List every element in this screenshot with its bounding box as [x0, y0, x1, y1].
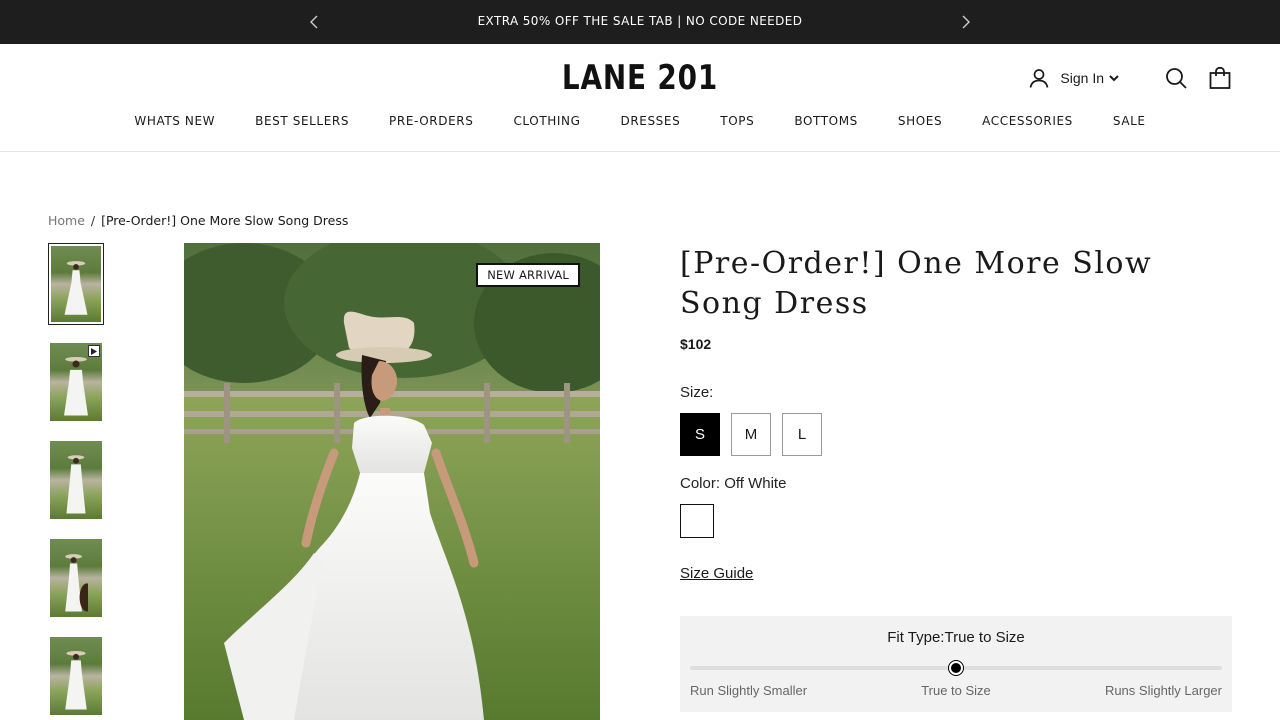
- play-icon: [88, 345, 100, 357]
- size-option-m[interactable]: M: [731, 413, 771, 456]
- color-label: Color: Off White: [680, 475, 1232, 492]
- nav-item-best-sellers[interactable]: BEST SELLERS: [255, 114, 349, 128]
- size-guide-link[interactable]: Size Guide: [680, 565, 753, 582]
- fit-scale-label-smaller: Run Slightly Smaller: [690, 683, 808, 698]
- product-title: [Pre-Order!] One More Slow Song Dress: [680, 246, 1153, 321]
- breadcrumb: Home / [Pre-Order!] One More Slow Song D…: [48, 213, 348, 228]
- product-thumbnail-image: [50, 441, 102, 519]
- main-product-image[interactable]: NEW ARRIVAL: [184, 243, 600, 720]
- nav-item-tops[interactable]: TOPS: [720, 114, 754, 128]
- color-label-text: Color:: [680, 475, 721, 492]
- product-thumbnail-image: [50, 637, 102, 715]
- nav-item-pre-orders[interactable]: PRE-ORDERS: [389, 114, 473, 128]
- nav-item-accessories[interactable]: ACCESSORIES: [982, 114, 1073, 128]
- sign-in-button[interactable]: Sign In: [1028, 67, 1120, 89]
- product-price: $102: [680, 336, 712, 352]
- new-arrival-badge: NEW ARRIVAL: [476, 263, 580, 287]
- product-thumbnail-image: [50, 539, 102, 617]
- thumbnail-5[interactable]: [48, 635, 104, 717]
- thumbnail-1[interactable]: [48, 243, 104, 325]
- size-option-s[interactable]: S: [680, 413, 720, 456]
- thumbnail-list: [48, 243, 104, 720]
- nav-item-dresses[interactable]: DRESSES: [621, 114, 681, 128]
- announcement-next-button[interactable]: [956, 12, 976, 32]
- fit-type-title: Fit Type:True to Size: [887, 629, 1025, 646]
- fit-scale-labels: Run Slightly Smaller True to Size Runs S…: [690, 683, 1222, 698]
- breadcrumb-home-link[interactable]: Home: [48, 213, 85, 228]
- main-nav: WHATS NEW BEST SELLERS PRE-ORDERS CLOTHI…: [0, 114, 1280, 128]
- site-logo[interactable]: LANE 201: [558, 58, 722, 98]
- product-info: [Pre-Order!] One More Slow Song Dress $1…: [680, 243, 1232, 583]
- thumbnail-3[interactable]: [48, 439, 104, 521]
- product-thumbnail-image: [50, 343, 102, 421]
- product-photo: [184, 243, 600, 720]
- user-icon: [1028, 67, 1050, 89]
- thumbnail-2[interactable]: [48, 341, 104, 423]
- nav-item-bottoms[interactable]: BOTTOMS: [794, 114, 858, 128]
- fit-scale-marker: [949, 661, 963, 675]
- sign-in-label: Sign In: [1060, 70, 1104, 86]
- announcement-bar: EXTRA 50% OFF THE SALE TAB | NO CODE NEE…: [0, 0, 1280, 44]
- search-icon[interactable]: [1164, 66, 1188, 90]
- breadcrumb-separator: /: [90, 213, 96, 228]
- thumbnail-4[interactable]: [48, 537, 104, 619]
- size-options: S M L: [680, 413, 1232, 456]
- fit-scale-label-true: True to Size: [921, 683, 991, 698]
- breadcrumb-current: [Pre-Order!] One More Slow Song Dress: [101, 213, 349, 228]
- color-value: Off White: [724, 475, 787, 492]
- header-actions: Sign In: [1028, 64, 1232, 92]
- color-swatch-off-white[interactable]: [680, 504, 714, 538]
- site-header: LANE 201 Sign In WHATS NEW BEST SELLERS …: [0, 44, 1280, 152]
- fit-scale-label-larger: Runs Slightly Larger: [1104, 683, 1222, 698]
- size-option-l[interactable]: L: [782, 413, 822, 456]
- nav-item-whats-new[interactable]: WHATS NEW: [134, 114, 215, 128]
- fit-type-panel: Fit Type:True to Size Run Slightly Small…: [680, 616, 1232, 712]
- nav-item-clothing[interactable]: CLOTHING: [513, 114, 580, 128]
- chevron-right-icon: [962, 15, 970, 29]
- announcement-text[interactable]: EXTRA 50% OFF THE SALE TAB | NO CODE NEE…: [0, 14, 1280, 28]
- shopping-bag-icon[interactable]: [1208, 66, 1232, 90]
- nav-item-shoes[interactable]: SHOES: [898, 114, 942, 128]
- size-label: Size:: [680, 384, 714, 401]
- chevron-down-icon: [1108, 72, 1120, 84]
- fit-scale-track: [690, 661, 1222, 675]
- product-thumbnail-image: [51, 246, 101, 322]
- nav-item-sale[interactable]: SALE: [1113, 114, 1146, 128]
